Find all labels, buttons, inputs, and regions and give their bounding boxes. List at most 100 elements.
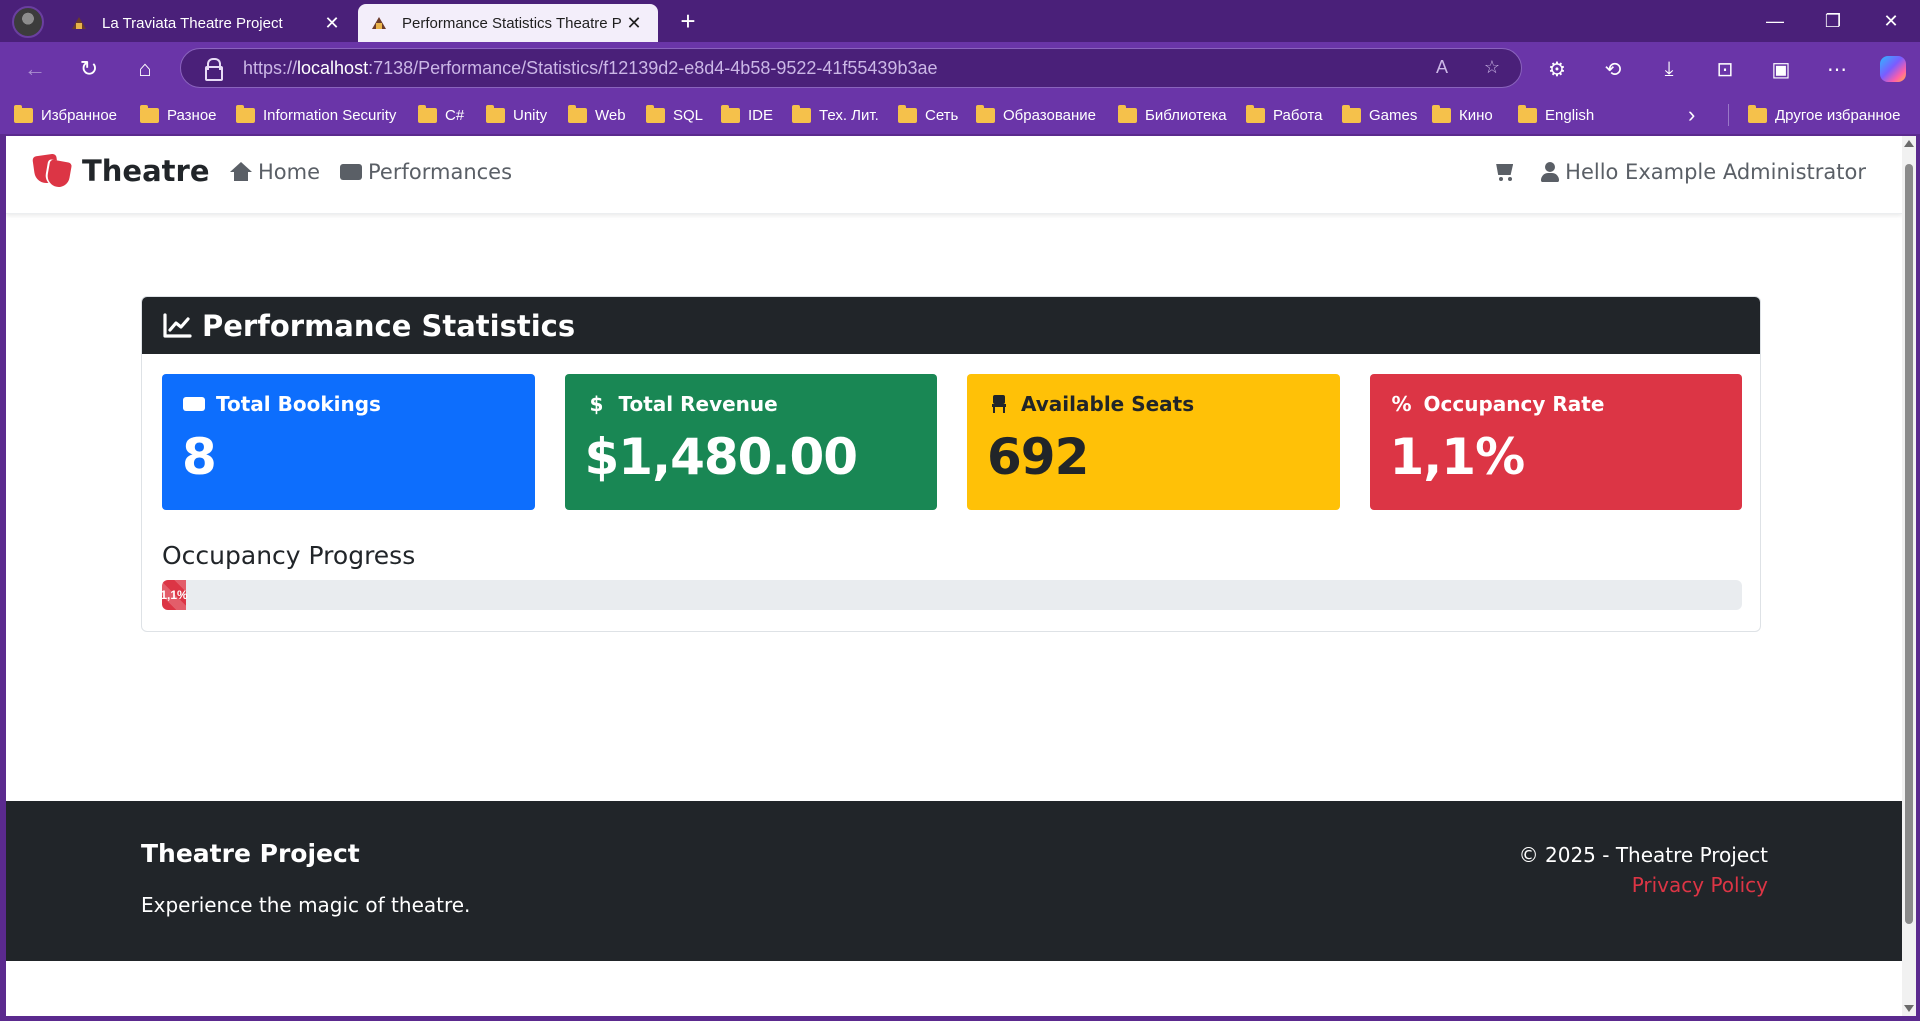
site-footer: Theatre Project Experience the magic of … xyxy=(6,801,1902,961)
refresh-icon[interactable]: ↻ xyxy=(72,52,106,86)
ticket-icon xyxy=(340,164,363,180)
bookmark-folder[interactable]: C# xyxy=(418,104,464,126)
user-greeting: Hello Example Administrator xyxy=(1565,160,1866,184)
cart-icon[interactable] xyxy=(1493,161,1517,183)
screenshot-icon[interactable]: ⊡ xyxy=(1708,52,1742,86)
bookmark-folder[interactable]: Разное xyxy=(140,104,217,126)
privacy-policy-link[interactable]: Privacy Policy xyxy=(1632,873,1768,897)
scroll-up-arrow-icon[interactable] xyxy=(1904,140,1914,147)
brand-link[interactable]: Theatre xyxy=(34,154,210,188)
tab-title: Performance Statistics Theatre Pro xyxy=(402,14,622,32)
close-window-icon[interactable]: ✕ xyxy=(1862,0,1920,42)
bookmark-folder[interactable]: SQL xyxy=(646,104,703,126)
chevron-right-icon[interactable]: › xyxy=(1688,102,1695,128)
user-icon xyxy=(1541,162,1560,182)
other-bookmarks-folder[interactable]: Другое избранное xyxy=(1748,104,1900,126)
statistics-card: Performance Statistics Total Bookings 8 … xyxy=(141,296,1761,632)
theatre-favicon-icon xyxy=(70,14,88,32)
folder-icon xyxy=(792,104,811,123)
downloads-icon[interactable]: ⤓ xyxy=(1652,52,1686,86)
tile-label: Available Seats xyxy=(1021,392,1195,416)
bookmark-folder[interactable]: IDE xyxy=(721,104,773,126)
vertical-scrollbar[interactable] xyxy=(1902,136,1916,1016)
close-icon[interactable]: ✕ xyxy=(622,13,646,34)
bookmark-folder[interactable]: Web xyxy=(568,104,626,126)
history-icon[interactable]: ⟲ xyxy=(1596,52,1630,86)
address-bar[interactable]: https:// localhost :7138/Performance/Sta… xyxy=(180,48,1522,88)
window-controls: — ❐ ✕ xyxy=(1746,0,1920,42)
url-prefix: https:// xyxy=(243,57,298,78)
available-seats-tile: Available Seats 692 xyxy=(967,374,1340,510)
nav-home-label: Home xyxy=(258,160,321,184)
nav-right: Hello Example Administrator xyxy=(1493,160,1866,184)
ticket-icon xyxy=(182,397,206,411)
url-path: :7138/Performance/Statistics/f12139d2-e8… xyxy=(368,57,938,78)
footer-brand: Theatre Project xyxy=(141,839,360,868)
scrollbar-thumb[interactable] xyxy=(1905,164,1913,924)
folder-icon xyxy=(1518,104,1537,123)
nav-home-link[interactable]: Home xyxy=(230,160,320,184)
folder-icon xyxy=(486,104,505,123)
bookmark-folder[interactable]: Работа xyxy=(1246,104,1323,126)
user-menu-link[interactable]: Hello Example Administrator xyxy=(1541,160,1866,184)
folder-icon xyxy=(1342,104,1361,123)
brand-name: Theatre xyxy=(82,154,210,188)
folder-icon xyxy=(1118,104,1137,123)
folder-icon xyxy=(646,104,665,123)
scroll-down-arrow-icon[interactable] xyxy=(1904,1005,1914,1012)
occupancy-progress-fill: 1,1% xyxy=(162,580,188,610)
browser-toolbar: ← ↻ ⌂ https:// localhost :7138/Performan… xyxy=(0,42,1920,94)
footer-copyright: © 2025 - Theatre Project xyxy=(1518,843,1768,867)
bookmark-folder[interactable]: Games xyxy=(1342,104,1417,126)
chart-line-icon xyxy=(163,312,192,338)
bookmark-folder[interactable]: Избранное xyxy=(14,104,117,126)
folder-icon xyxy=(721,104,740,123)
statistics-card-header: Performance Statistics xyxy=(142,297,1760,354)
bookmark-folder[interactable]: Information Security xyxy=(236,104,396,126)
browser-tab-bar: La Traviata Theatre Project ✕ Performanc… xyxy=(0,0,1920,42)
bookmark-folder[interactable]: English xyxy=(1518,104,1594,126)
minimize-icon[interactable]: — xyxy=(1746,0,1804,42)
home-icon xyxy=(230,162,252,182)
tile-label: Total Revenue xyxy=(618,392,778,416)
folder-icon xyxy=(1748,104,1767,123)
copilot-icon[interactable] xyxy=(1876,52,1910,86)
favorite-star-icon[interactable]: ☆ xyxy=(1481,57,1503,78)
total-revenue-tile: $ Total Revenue $1,480.00 xyxy=(564,374,937,510)
tile-value: 1,1% xyxy=(1389,428,1526,486)
occupancy-rate-tile: % Occupancy Rate 1,1% xyxy=(1369,374,1742,510)
home-icon[interactable]: ⌂ xyxy=(128,52,162,86)
dollar-icon: $ xyxy=(589,392,604,416)
bookmark-folder[interactable]: Кино xyxy=(1432,104,1493,126)
site-navbar: Theatre Home Performances Hello Example … xyxy=(6,136,1902,214)
more-menu-icon[interactable]: ⋯ xyxy=(1820,52,1854,86)
browser-tab[interactable]: La Traviata Theatre Project ✕ xyxy=(58,4,356,42)
page-title: Performance Statistics xyxy=(202,308,576,343)
folder-icon xyxy=(14,104,33,123)
theatre-favicon-icon xyxy=(370,14,388,32)
extensions-icon[interactable]: ⚙ xyxy=(1540,52,1574,86)
browser-tab-active[interactable]: Performance Statistics Theatre Pro ✕ xyxy=(358,4,658,42)
folder-icon xyxy=(568,104,587,123)
read-aloud-icon[interactable]: A xyxy=(1431,57,1453,78)
close-icon[interactable]: ✕ xyxy=(320,13,344,34)
folder-icon xyxy=(140,104,159,123)
bookmark-folder[interactable]: Сеть xyxy=(898,104,958,126)
bookmark-folder[interactable]: Unity xyxy=(486,104,547,126)
occupancy-progress-bar: 1,1% xyxy=(162,580,1742,610)
back-arrow-icon[interactable]: ← xyxy=(18,52,52,86)
bookmark-folder[interactable]: Тех. Лит. xyxy=(792,104,879,126)
collections-icon[interactable]: ▣ xyxy=(1764,52,1798,86)
bookmark-folder[interactable]: Библиотека xyxy=(1118,104,1227,126)
folder-icon xyxy=(1432,104,1451,123)
new-tab-plus-icon[interactable]: + xyxy=(672,6,704,38)
restore-icon[interactable]: ❐ xyxy=(1804,0,1862,42)
lock-icon[interactable] xyxy=(203,58,223,81)
profile-avatar[interactable] xyxy=(12,6,44,38)
footer-tagline: Experience the magic of theatre. xyxy=(141,893,471,917)
nav-performances-link[interactable]: Performances xyxy=(340,160,512,184)
page-viewport: Theatre Home Performances Hello Example … xyxy=(6,136,1916,1016)
bookmark-folder[interactable]: Образование xyxy=(976,104,1096,126)
bookmarks-bar: Избранное Разное Information Security C#… xyxy=(0,94,1920,134)
folder-icon xyxy=(1246,104,1265,123)
